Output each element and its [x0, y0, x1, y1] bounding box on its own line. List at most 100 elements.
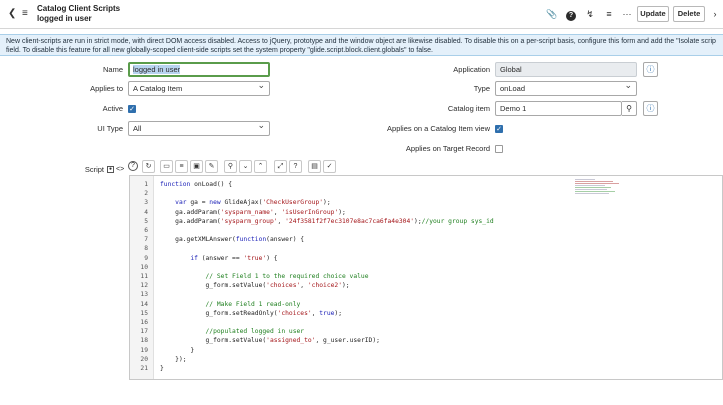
code-text: ga.getXMLAnswer(function(answer) { — [160, 236, 305, 244]
overflow-chevron-icon[interactable]: › — [710, 7, 720, 21]
code-text: ga.addParam('sysparm_group', '24f3581f2f… — [160, 217, 494, 225]
page-title: Catalog Client Scripts — [37, 4, 121, 13]
script-help-icon[interactable]: ? — [128, 161, 138, 171]
catalog-item-value: Demo 1 — [500, 104, 527, 113]
record-subtitle: logged in user — [37, 14, 92, 23]
minimap-line — [575, 187, 611, 188]
catalog-item-input[interactable]: Demo 1 — [495, 101, 622, 116]
active-checkbox[interactable]: ✓ — [128, 105, 136, 113]
applies-to-label: Applies to — [90, 84, 123, 93]
back-chevron-icon[interactable]: ❮ — [8, 8, 20, 20]
name-input[interactable]: logged in user — [128, 62, 270, 77]
name-value: logged in user — [133, 65, 181, 74]
applies-to-value: A Catalog Item — [133, 84, 183, 93]
script-tree-icon[interactable]: ▣ — [190, 160, 203, 173]
search-icon: ⚲ — [626, 104, 632, 113]
settings-icon[interactable]: ≡ — [603, 7, 615, 21]
name-label: Name — [102, 65, 123, 74]
code-text: g_form.setReadOnly('choices', true); — [160, 309, 343, 317]
fullscreen-icon[interactable]: ⤢ — [274, 160, 287, 173]
code-text: // Make Field 1 read-only — [205, 300, 301, 308]
active-label: Active — [102, 104, 123, 113]
catalog-item-label: Catalog item — [447, 104, 490, 113]
banner-line-1: New client-scripts are run in strict mod… — [6, 38, 716, 45]
record-titles: Catalog Client Scripts logged in user — [37, 4, 120, 23]
application-info-button[interactable]: ⓘ — [643, 62, 658, 77]
line-number: 18 — [140, 337, 148, 345]
ui-type-label: UI Type — [97, 124, 123, 133]
code-text: } — [160, 346, 195, 354]
help-icon[interactable]: ? — [565, 7, 577, 21]
catalog-item-info-button[interactable]: ⓘ — [643, 101, 658, 116]
code-text: if (answer == 'true') { — [190, 254, 278, 262]
code-text: //populated logged in user — [205, 328, 305, 336]
application-label: Application — [453, 65, 490, 74]
code-text: }); — [160, 355, 187, 363]
script-debug-icon[interactable]: ● — [107, 166, 114, 173]
info-icon: ⓘ — [646, 65, 655, 74]
catalog-item-search-button[interactable]: ⚲ — [622, 101, 637, 116]
line-number: 14 — [140, 300, 148, 308]
minimap-line — [575, 189, 607, 190]
toggle-syntax-icon[interactable]: ↻ — [142, 160, 155, 173]
line-number: 19 — [140, 346, 148, 354]
validate-icon[interactable]: ✓ — [323, 160, 336, 173]
minimap-line — [575, 185, 605, 186]
line-number: 6 — [144, 227, 148, 234]
strict-mode-banner: New client-scripts are run in strict mod… — [0, 34, 723, 56]
line-number: 20 — [140, 355, 148, 363]
format-code-icon[interactable]: ≡ — [175, 160, 188, 173]
code-minimap[interactable] — [575, 179, 620, 199]
ui-type-select[interactable]: All — [128, 121, 270, 136]
code-text: ga.addParam('sysparm_name', 'isUserInGro… — [160, 208, 346, 216]
line-number: 13 — [140, 291, 148, 299]
line-number: 11 — [140, 273, 148, 280]
search-code-icon[interactable]: ⚲ — [224, 160, 237, 173]
type-value: onLoad — [500, 84, 526, 93]
minimap-line — [575, 179, 595, 180]
code-text: g_form.setValue('choices', 'choice2'); — [160, 282, 350, 290]
update-button[interactable]: Update — [637, 6, 669, 22]
replace-icon[interactable]: ✎ — [205, 160, 218, 173]
line-number: 15 — [140, 309, 148, 317]
application-value: Global — [500, 65, 522, 74]
line-number: 5 — [144, 217, 148, 225]
minimap-line — [575, 193, 609, 194]
line-number: 16 — [140, 319, 148, 326]
info-icon: ⓘ — [646, 104, 655, 113]
save-icon[interactable]: ▤ — [308, 160, 321, 173]
line-number: 9 — [144, 254, 148, 262]
delete-button[interactable]: Delete — [673, 6, 705, 22]
chevron-up-icon[interactable]: ⌃ — [254, 160, 267, 173]
minimap-line — [575, 181, 613, 182]
line-number: 21 — [140, 365, 148, 372]
more-icon[interactable]: ··· — [621, 7, 633, 21]
type-label: Type — [473, 84, 490, 93]
script-label: Script — [84, 165, 104, 174]
application-field: Global — [495, 62, 637, 77]
minimap-line — [575, 191, 615, 192]
code-brackets-icon[interactable]: <> — [116, 163, 124, 177]
header-bar: ❮ ≡ Catalog Client Scripts logged in use… — [0, 0, 723, 29]
help-code-icon[interactable]: ? — [289, 160, 302, 173]
comment-icon[interactable]: ▭ — [160, 160, 173, 173]
dropdown-icon[interactable]: ⌄ — [239, 160, 252, 173]
paperclip-icon[interactable]: 📎 — [546, 7, 558, 21]
ui-type-value: All — [133, 124, 142, 133]
applies-to-select[interactable]: A Catalog Item — [128, 81, 270, 96]
script-editor[interactable]: 1 function onLoad() {2 3 var ga = new Glid… — [129, 175, 723, 380]
line-number: 12 — [140, 282, 148, 290]
code-text: } — [160, 365, 164, 372]
type-select[interactable]: onLoad — [495, 81, 637, 96]
applies-on-view-label: Applies on a Catalog Item view — [387, 124, 490, 133]
code-text: var ga = new GlideAjax('CheckUserGroup')… — [175, 199, 331, 207]
applies-on-view-checkbox[interactable]: ✓ — [495, 125, 503, 133]
line-number: 10 — [140, 263, 148, 271]
applies-on-target-checkbox[interactable] — [495, 145, 503, 153]
hamburger-menu-icon[interactable]: ≡ — [22, 8, 32, 20]
line-number: 3 — [144, 199, 148, 207]
code-text: function onLoad() { — [160, 181, 233, 188]
banner-line-2: field. To disable this feature for all n… — [6, 47, 433, 54]
activity-icon[interactable]: ↯ — [584, 7, 596, 21]
minimap-line — [575, 183, 619, 184]
